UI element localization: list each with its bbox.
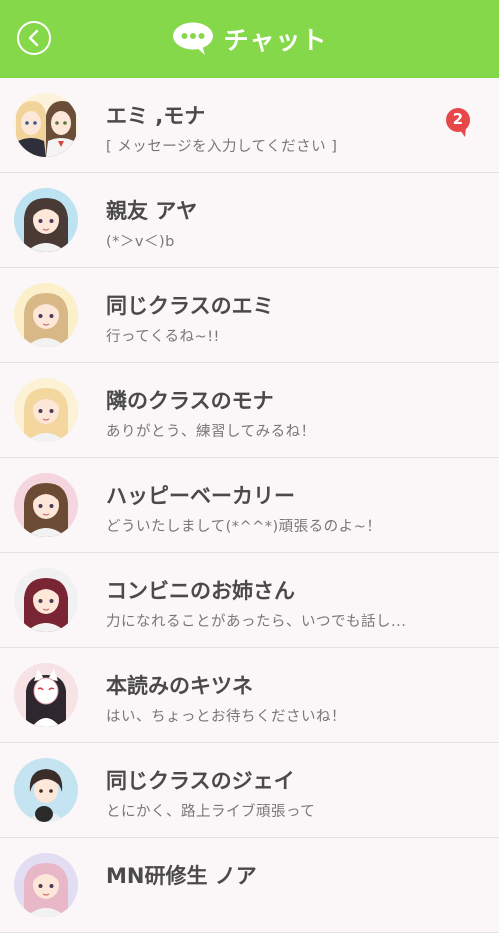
chat-row[interactable]: 隣のクラスのモナありがとう、練習してみるね！ — [0, 363, 499, 458]
chat-name: 同じクラスのジェイ — [106, 769, 295, 793]
chat-row[interactable]: 同じクラスのジェイとにかく、路上ライブ頑張って — [0, 743, 499, 838]
chat-name: 本読みのキツネ — [106, 674, 253, 698]
chat-last-message: ありがとう、練習してみるね！ — [106, 424, 316, 440]
unread-count: 2 — [452, 110, 464, 128]
chat-bubble-icon — [172, 22, 213, 55]
fox-avatar — [14, 663, 78, 727]
chat-list: エミ ,モナ [ メッセージを入力してください ] 2 親友 アヤ (*＞v＜)b 同じク… — [0, 78, 499, 933]
chat-last-message: 力になれることがあったら、いつでも話し... — [106, 614, 407, 630]
header-title-group: チャット — [0, 0, 499, 78]
chat-row[interactable]: 同じクラスのエミ行ってくるね~!! — [0, 268, 499, 363]
chat-row[interactable]: ハッピーベーカリーどういたしまして(*^^*)頑張るのよ~！ — [0, 458, 499, 553]
girl-avatar — [14, 568, 78, 632]
chat-name: MN研修生 ノア — [106, 864, 257, 888]
app-header: チャット — [0, 0, 499, 78]
chat-last-message: [ メッセージを入力してください ] — [106, 139, 338, 155]
girl-avatar — [14, 283, 78, 347]
girl-avatar — [14, 473, 78, 537]
group-avatar — [14, 93, 78, 157]
page-title: チャット — [223, 26, 328, 55]
boy-avatar — [14, 758, 78, 822]
chat-row[interactable]: エミ ,モナ [ メッセージを入力してください ] 2 — [0, 78, 499, 173]
chat-name: 隣のクラスのモナ — [106, 389, 274, 413]
chat-row[interactable]: コンビニのお姉さん力になれることがあったら、いつでも話し... — [0, 553, 499, 648]
chat-last-message: (*＞v＜)b — [106, 234, 175, 250]
girl-avatar — [14, 853, 78, 917]
chat-last-message: どういたしまして(*^^*)頑張るのよ~！ — [106, 519, 382, 535]
girl-avatar — [14, 378, 78, 442]
chat-row[interactable]: 親友 アヤ (*＞v＜)b — [0, 173, 499, 268]
unread-badge: 2 — [445, 108, 471, 138]
girl-avatar — [14, 188, 78, 252]
chat-last-message: はい、ちょっとお待ちくださいね！ — [106, 709, 346, 725]
chat-last-message: とにかく、路上ライブ頑張って — [106, 804, 316, 820]
chat-row[interactable]: 本読みのキツネはい、ちょっとお待ちくださいね！ — [0, 648, 499, 743]
chat-name: エミ ,モナ — [106, 104, 206, 128]
chat-name: ハッピーベーカリー — [106, 484, 295, 508]
chat-name: コンビニのお姉さん — [106, 579, 295, 603]
chat-name: 同じクラスのエミ — [106, 294, 274, 318]
chat-last-message: 行ってくるね~!! — [106, 329, 220, 345]
chat-name: 親友 アヤ — [106, 199, 198, 223]
chat-row[interactable]: MN研修生 ノア — [0, 838, 499, 933]
